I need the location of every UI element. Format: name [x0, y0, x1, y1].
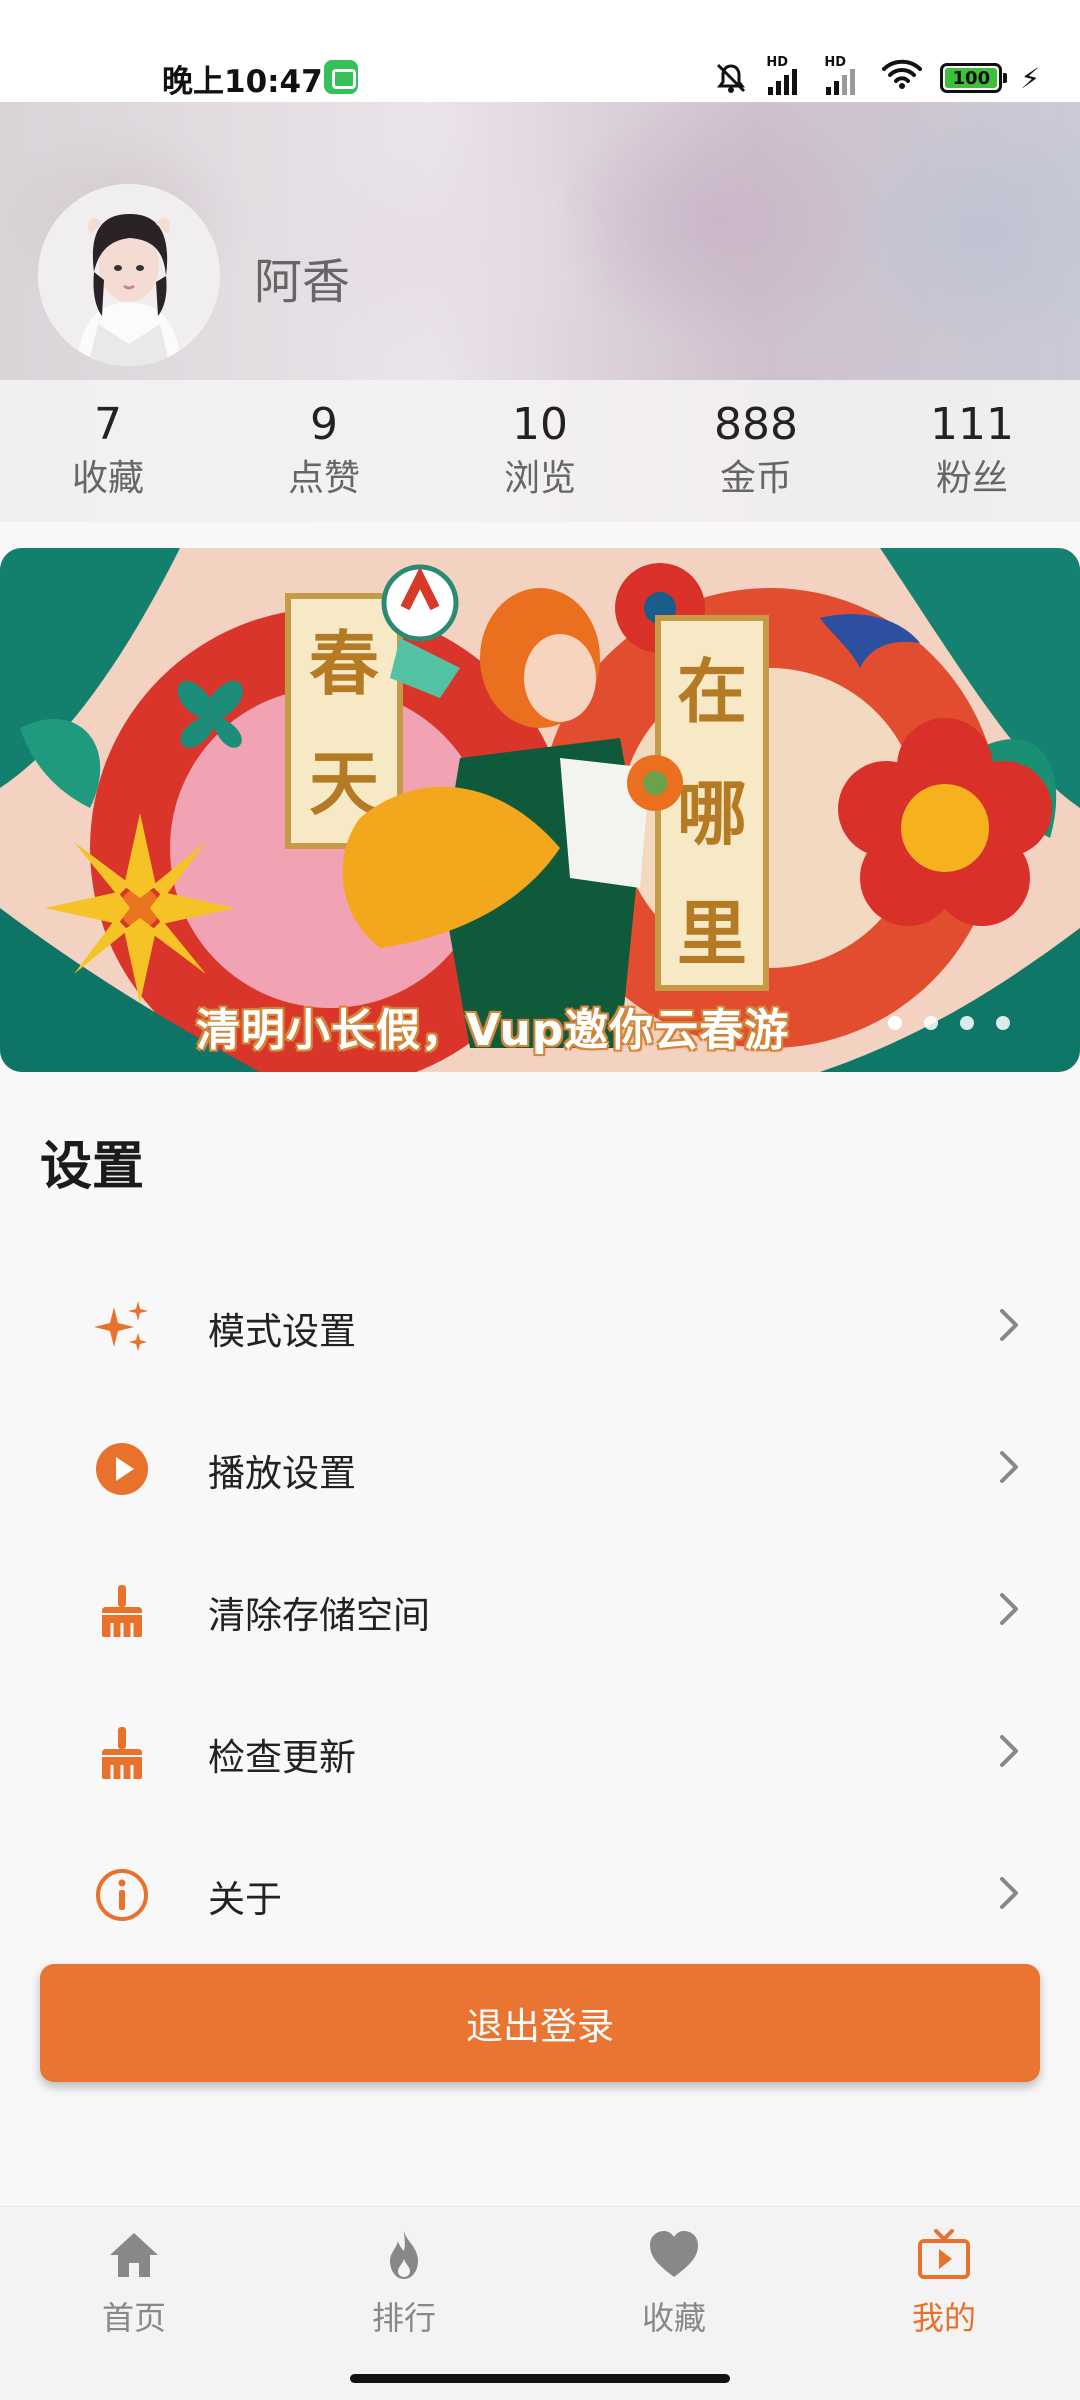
- user-name: 阿香: [254, 254, 351, 310]
- settings-list: 模式设置 播放设置 清除存储空间 检查更新 关于: [0, 1253, 1080, 1963]
- stat-label: 收藏: [71, 458, 144, 499]
- broom-icon: [94, 1725, 150, 1781]
- cell-signal-icon: HD: [766, 55, 806, 95]
- battery-level: 100: [945, 68, 998, 89]
- stat-views[interactable]: 10 浏览: [432, 380, 648, 522]
- chevron-right-icon: [996, 1449, 1022, 1485]
- setting-label: 模式设置: [208, 1310, 356, 1353]
- stat-label: 点赞: [287, 458, 360, 499]
- banner-text-zai: 在: [677, 651, 747, 733]
- stat-value: 10: [512, 399, 568, 450]
- banner-pagination: [888, 1016, 1010, 1030]
- home-indicator[interactable]: [350, 2374, 730, 2383]
- nav-item-home[interactable]: 首页: [54, 2227, 214, 2357]
- nav-label: 我的: [911, 2299, 976, 2337]
- profile-header: 阿香 7 收藏 9 点赞 10 浏览 888 金币 111 粉丝: [0, 102, 1080, 522]
- cell-signal-icon-2: HD: [824, 55, 864, 95]
- banner-dot[interactable]: [888, 1016, 902, 1030]
- profile-info: 阿香: [0, 102, 1080, 380]
- stat-label: 金币: [719, 458, 792, 499]
- stat-value: 9: [310, 399, 338, 450]
- stat-label: 浏览: [503, 458, 576, 499]
- info-circle-icon: [94, 1867, 150, 1923]
- banner-text-li: 里: [677, 893, 747, 975]
- setting-mode[interactable]: 模式设置: [0, 1253, 1080, 1395]
- avatar[interactable]: [38, 184, 220, 366]
- nav-label: 首页: [101, 2299, 166, 2337]
- logout-button[interactable]: 退出登录: [40, 1964, 1040, 2082]
- banner-dot[interactable]: [960, 1016, 974, 1030]
- banner-text-na: 哪: [677, 773, 747, 855]
- stat-label: 粉丝: [935, 458, 1008, 499]
- banner-caption: 清明小长假，Vup邀你云春游: [196, 1005, 790, 1056]
- stat-value: 111: [930, 399, 1014, 450]
- chevron-right-icon: [996, 1875, 1022, 1911]
- status-indicators: HD HD 100 ⚡: [714, 55, 1040, 98]
- setting-label: 清除存储空间: [208, 1594, 430, 1637]
- nav-item-favorites[interactable]: 收藏: [594, 2227, 754, 2357]
- nav-item-ranking[interactable]: 排行: [324, 2227, 484, 2357]
- stat-coins[interactable]: 888 金币: [648, 380, 864, 522]
- stat-likes[interactable]: 9 点赞: [216, 380, 432, 522]
- nav-item-mine[interactable]: 我的: [864, 2227, 1024, 2357]
- setting-check-update[interactable]: 检查更新: [0, 1679, 1080, 1821]
- broom-icon: [94, 1583, 150, 1639]
- setting-label: 检查更新: [208, 1736, 356, 1779]
- chevron-right-icon: [996, 1591, 1022, 1627]
- heart-icon: [646, 2227, 702, 2283]
- nav-label: 收藏: [641, 2299, 706, 2337]
- stat-followers[interactable]: 111 粉丝: [864, 380, 1080, 522]
- banner-dot[interactable]: [924, 1016, 938, 1030]
- profile-page: 晚上10:47 HD HD 100 ⚡ 阿香 7 收藏 9 点赞 10 浏览 8…: [0, 0, 1080, 2400]
- stat-favorites[interactable]: 7 收藏: [0, 380, 216, 522]
- setting-clear-storage[interactable]: 清除存储空间: [0, 1537, 1080, 1679]
- stats-row: 7 收藏 9 点赞 10 浏览 888 金币 111 粉丝: [0, 380, 1080, 522]
- play-circle-icon: [94, 1441, 150, 1497]
- status-time: 晚上10:47: [162, 64, 323, 100]
- setting-label: 关于: [208, 1878, 282, 1921]
- home-icon: [106, 2227, 162, 2283]
- setting-playback[interactable]: 播放设置: [0, 1395, 1080, 1537]
- wifi-icon: [882, 58, 923, 98]
- status-bar: 晚上10:47 HD HD 100 ⚡: [0, 0, 1080, 102]
- chevron-right-icon: [996, 1733, 1022, 1769]
- signal-hd-label-2: HD: [824, 55, 846, 70]
- fire-icon: [376, 2227, 432, 2283]
- stat-value: 7: [94, 399, 122, 450]
- bell-off-icon: [714, 61, 748, 95]
- banner-text-chun: 春: [309, 623, 379, 705]
- charging-icon: ⚡: [1020, 61, 1040, 95]
- setting-label: 播放设置: [208, 1452, 356, 1495]
- tv-icon: [916, 2227, 972, 2283]
- signal-hd-label: HD: [766, 55, 788, 70]
- bottom-nav: 首页 排行 收藏 我的: [0, 2206, 1080, 2400]
- settings-title: 设置: [40, 1137, 145, 1197]
- sparkles-icon: [94, 1299, 150, 1355]
- battery-icon: 100: [940, 63, 1008, 93]
- setting-about[interactable]: 关于: [0, 1821, 1080, 1963]
- nav-label: 排行: [371, 2299, 436, 2337]
- promo-banner[interactable]: 春 天 在 哪 里 清明小长假，Vup邀你云春游: [0, 548, 1080, 1072]
- chevron-right-icon: [996, 1307, 1022, 1343]
- stat-value: 888: [714, 399, 798, 450]
- app-notification-icon: [324, 60, 358, 94]
- banner-dot[interactable]: [996, 1016, 1010, 1030]
